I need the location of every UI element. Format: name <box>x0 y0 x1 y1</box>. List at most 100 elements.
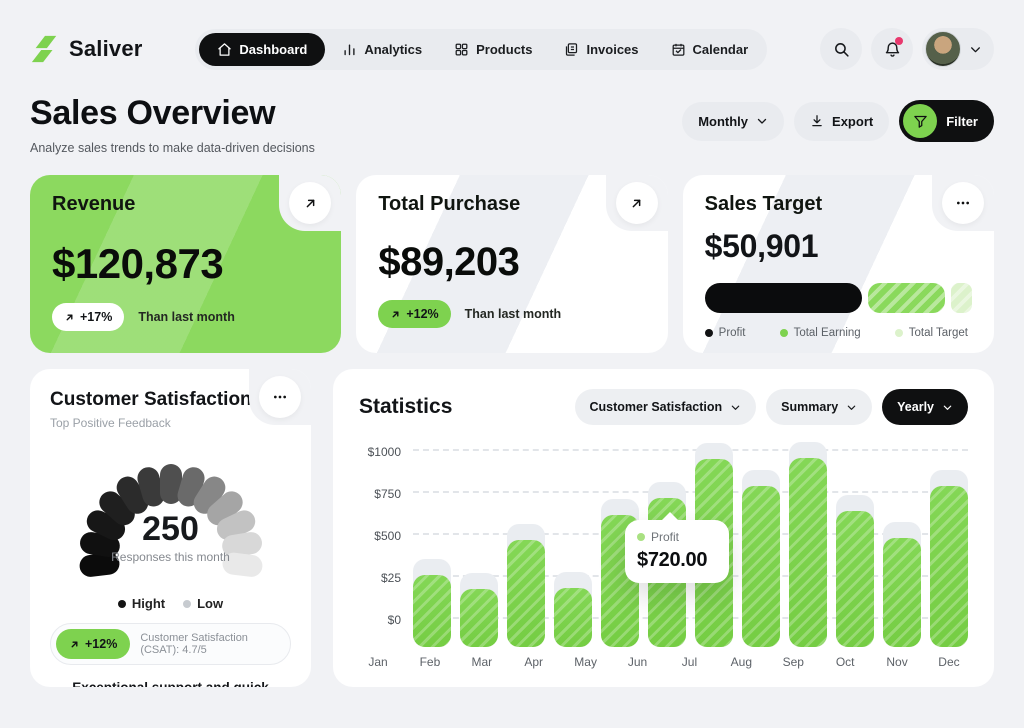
satisfaction-menu-button[interactable] <box>259 376 301 418</box>
profit-bar-chart: $0$25$500$750$1000 Profit $720.00 <box>359 435 968 647</box>
card-notch <box>279 175 341 231</box>
target-legend-item: Total Target <box>895 327 968 339</box>
bar-feb[interactable] <box>460 589 498 647</box>
csat-delta-pill: +12% <box>56 629 130 659</box>
satisfaction-gauge: 250 Responses this month <box>50 438 291 586</box>
range-select[interactable]: Yearly <box>882 389 968 425</box>
brand-logo: Saliver <box>30 34 143 64</box>
gauge-legend: HightLow <box>50 596 291 611</box>
legend-dot <box>780 329 788 337</box>
chart-tooltip: Profit $720.00 <box>625 520 729 583</box>
bar-slot-mar <box>507 435 545 647</box>
nav-item-label: Analytics <box>364 42 422 57</box>
chevron-down-icon <box>756 115 768 127</box>
funnel-icon <box>903 104 937 138</box>
chevron-down-icon <box>846 402 857 413</box>
target-legend-item: Total Earning <box>780 327 861 339</box>
bar-jan[interactable] <box>413 575 451 647</box>
filter-button[interactable]: Filter <box>899 100 994 142</box>
stat-cards-row: Revenue $120,873 +17% Than last month To… <box>30 175 994 353</box>
csat-pill: +12% Customer Satisfaction (CSAT): 4.7/5 <box>50 623 291 665</box>
satisfaction-footer: Exceptional support and quick responses <box>50 680 291 687</box>
nav-item-calendar[interactable]: Calendar <box>656 33 764 66</box>
calendar-icon <box>671 42 686 57</box>
purchase-expand-button[interactable] <box>616 182 658 224</box>
user-menu[interactable] <box>922 28 994 70</box>
bar-aug[interactable] <box>742 486 780 647</box>
chevron-down-icon <box>969 43 982 56</box>
nav-item-dashboard[interactable]: Dashboard <box>199 33 325 66</box>
bar-apr[interactable] <box>554 588 592 647</box>
main-nav: Dashboard Analytics Products Invoices Calend… <box>195 29 767 70</box>
target-segment-total-earning <box>868 283 945 313</box>
export-button[interactable]: Export <box>794 102 889 141</box>
revenue-delta-value: +17% <box>80 310 112 324</box>
bar-slot-feb <box>460 435 498 647</box>
chart-plot-area: Profit $720.00 <box>413 435 968 647</box>
bar-slot-nov <box>883 435 921 647</box>
purchase-delta-pill: +12% <box>378 300 450 328</box>
x-axis-label-jul: Jul <box>670 655 708 669</box>
legend-dot <box>183 600 191 608</box>
csat-score-text: Customer Satisfaction (CSAT): 4.7/5 <box>140 632 285 656</box>
metric-select[interactable]: Customer Satisfaction <box>575 389 757 425</box>
download-icon <box>810 114 824 128</box>
x-axis-label-mar: Mar <box>463 655 501 669</box>
statistics-filters: Customer Satisfaction Summary Yearly <box>575 389 969 425</box>
notification-badge <box>895 37 903 45</box>
bar-slot-dec <box>930 435 968 647</box>
avatar <box>925 31 961 67</box>
chart-y-axis: $0$25$500$750$1000 <box>359 435 413 647</box>
purchase-delta-note: Than last month <box>465 307 562 321</box>
y-axis-tick: $0 <box>388 613 401 627</box>
search-button[interactable] <box>820 28 862 70</box>
customer-satisfaction-card: Customer Satisfaction Top Positive Feedb… <box>30 369 311 687</box>
period-select[interactable]: Monthly <box>682 102 784 141</box>
bar-oct[interactable] <box>836 511 874 647</box>
top-bar: Saliver Dashboard Analytics Products Invoic… <box>30 26 994 72</box>
page-title: Sales Overview <box>30 94 315 133</box>
y-axis-tick: $1000 <box>368 445 401 459</box>
search-icon <box>833 41 850 58</box>
sales-target-menu-button[interactable] <box>942 182 984 224</box>
gauge-legend-item: Hight <box>118 596 165 611</box>
brand-name: Saliver <box>69 36 143 62</box>
legend-label: Profit <box>719 327 746 339</box>
x-axis-label-jun: Jun <box>619 655 657 669</box>
view-select[interactable]: Summary <box>766 389 872 425</box>
bar-mar[interactable] <box>507 540 545 647</box>
csat-delta-value: +12% <box>85 637 117 651</box>
statistics-card: Statistics Customer Satisfaction Summary… <box>333 369 994 687</box>
bar-dec[interactable] <box>930 486 968 647</box>
nav-item-label: Invoices <box>586 42 638 57</box>
bar-nov[interactable] <box>883 538 921 647</box>
y-axis-tick: $25 <box>381 571 401 585</box>
x-axis-label-jan: Jan <box>359 655 397 669</box>
export-button-label: Export <box>832 114 873 129</box>
revenue-expand-button[interactable] <box>289 182 331 224</box>
sales-target-progress <box>705 283 972 313</box>
nav-item-label: Products <box>476 42 532 57</box>
x-axis-label-dec: Dec <box>930 655 968 669</box>
nav-item-invoices[interactable]: Invoices <box>549 33 653 66</box>
range-select-value: Yearly <box>897 400 934 414</box>
nav-item-analytics[interactable]: Analytics <box>327 33 437 66</box>
y-axis-tick: $750 <box>374 487 401 501</box>
period-select-value: Monthly <box>698 114 748 129</box>
legend-label: Total Earning <box>794 327 861 339</box>
gauge-caption: Responses this month <box>50 550 291 564</box>
statistics-title: Statistics <box>359 395 452 419</box>
bottom-row: Customer Satisfaction Top Positive Feedb… <box>30 369 994 687</box>
purchase-card-value: $89,203 <box>378 240 645 285</box>
x-axis-label-sep: Sep <box>774 655 812 669</box>
chevron-down-icon <box>730 402 741 413</box>
nav-item-products[interactable]: Products <box>439 33 547 66</box>
card-notch <box>249 369 311 425</box>
card-notch <box>932 175 994 231</box>
notifications-button[interactable] <box>871 28 913 70</box>
x-axis-label-may: May <box>567 655 605 669</box>
bar-sep[interactable] <box>789 458 827 647</box>
sales-target-legend: Profit Total Earning Total Target <box>705 327 972 339</box>
tooltip-series-dot <box>637 533 645 541</box>
sales-target-card: Sales Target $50,901 ProfitTotal Earning… <box>683 175 994 353</box>
